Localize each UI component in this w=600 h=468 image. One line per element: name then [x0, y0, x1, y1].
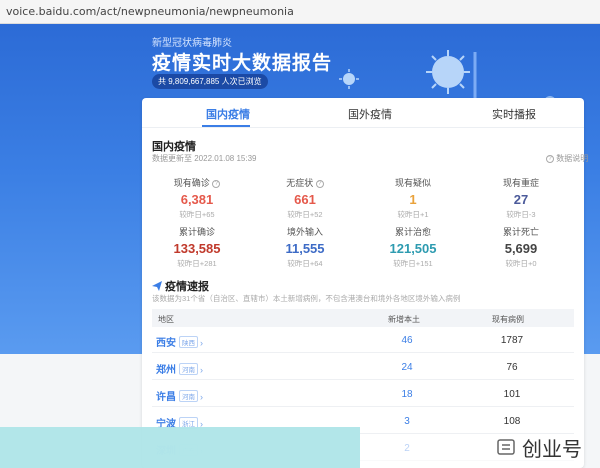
stat-item: 累计确诊 133,585 较昨日+281	[152, 225, 242, 269]
province-badge: 河南	[179, 363, 198, 375]
paper-plane-icon	[152, 281, 162, 291]
stat-value: 121,505	[389, 241, 437, 256]
stat-label: 累计死亡	[502, 227, 539, 237]
cyan-overlay-band	[0, 427, 360, 468]
browser-url-bar[interactable]: voice.baidu.com/act/newpneumonia/newpneu…	[0, 0, 600, 24]
new-local-cell: 18	[401, 389, 413, 400]
current-cases-cell: 108	[503, 416, 521, 427]
column-header-region: 地区	[158, 315, 174, 324]
info-icon[interactable]: ?	[315, 180, 324, 188]
current-cases-cell: 76	[506, 362, 518, 373]
stat-label: 现有确诊 ?	[152, 176, 242, 189]
column-header-new-local: 新增本土	[388, 315, 420, 324]
help-icon: ?	[546, 155, 554, 163]
table-header: 地区 新增本土 现有病例	[152, 309, 574, 327]
new-local-cell: 3	[404, 416, 410, 427]
virus-icon	[339, 69, 359, 89]
region-cell[interactable]: 许昌 河南 ›	[156, 388, 203, 403]
tab-bar: 国内疫情 国外疫情 实时播报	[142, 98, 584, 128]
new-local-cell: 46	[401, 335, 413, 346]
stat-value: 1	[409, 192, 417, 207]
url-text[interactable]: voice.baidu.com/act/newpneumonia/newpneu…	[6, 5, 294, 18]
tab-domestic[interactable]: 国内疫情	[206, 106, 250, 122]
column-header-current-cases: 现有病例	[492, 315, 524, 324]
stat-item: 累计死亡 5,699 较昨日+0	[476, 225, 566, 269]
info-icon[interactable]: ?	[212, 180, 221, 188]
region-cell[interactable]: 郑州 河南 ›	[156, 361, 203, 376]
data-note-link[interactable]: ? 数据说明	[546, 153, 588, 164]
table-row[interactable]: 郑州 河南 › 24 76	[152, 354, 574, 380]
stat-item: 现有确诊 ? 6,381 较昨日+65	[152, 176, 242, 220]
stat-item: 现有疑似 1 较昨日+1	[368, 176, 458, 220]
table-row[interactable]: 西安 陕西 › 46 1787	[152, 327, 574, 353]
current-cases-cell: 1787	[500, 335, 524, 346]
stat-value: 27	[513, 192, 529, 207]
new-local-cell: 2	[404, 443, 410, 454]
table-row[interactable]: 许昌 河南 › 18 101	[152, 381, 574, 407]
province-badge: 河南	[179, 390, 198, 402]
province-badge: 陕西	[179, 336, 198, 348]
stat-item: 无症状 ? 661 较昨日+52	[260, 176, 350, 220]
new-local-cell: 24	[401, 362, 413, 373]
stat-value: 11,555	[285, 241, 325, 256]
stat-delta: 较昨日+281	[177, 259, 217, 268]
section-title-domestic: 国内疫情	[152, 141, 196, 153]
stat-item: 境外输入 11,555 较昨日+64	[260, 225, 350, 269]
stat-delta: 较昨日+65	[179, 210, 215, 219]
stat-label: 无症状 ?	[260, 176, 350, 189]
stat-value: 133,585	[173, 241, 221, 256]
chevron-right-icon: ›	[200, 365, 203, 375]
stat-item: 现有重症 27 较昨日-3	[476, 176, 566, 220]
current-cases-cell: 101	[503, 389, 521, 400]
watermark: 创业号	[496, 431, 582, 463]
watermark-text: 创业号	[522, 436, 582, 461]
view-count-badge: 共 9,809,667,885 人次已浏览	[152, 74, 268, 89]
stat-value: 6,381	[180, 192, 214, 207]
stat-label: 累计治愈	[394, 227, 431, 237]
news-description: 该数据为31个省（自治区、直辖市）本土新增病例，不包含港澳台和境外各地区境外输入…	[152, 294, 461, 303]
stat-delta: 较昨日+64	[287, 259, 323, 268]
stat-label: 境外输入	[286, 227, 323, 237]
stat-delta: 较昨日+0	[505, 259, 537, 268]
stat-label: 累计确诊	[178, 227, 215, 237]
active-tab-indicator	[202, 125, 250, 127]
stat-value: 5,699	[504, 241, 538, 256]
stat-item: 累计治愈 121,505 较昨日+151	[368, 225, 458, 269]
chevron-right-icon: ›	[200, 338, 203, 348]
chevron-right-icon: ›	[200, 392, 203, 402]
stat-delta: 较昨日+151	[393, 259, 433, 268]
toutiao-logo-icon	[497, 439, 515, 455]
news-section-title: 疫情速报	[152, 278, 209, 294]
stat-delta: 较昨日+52	[287, 210, 323, 219]
stat-label: 现有重症	[502, 178, 539, 188]
update-time: 数据更新至 2022.01.08 15:39	[152, 154, 257, 163]
stat-value: 661	[294, 192, 316, 207]
tab-international[interactable]: 国外疫情	[348, 106, 392, 122]
tab-live-news[interactable]: 实时播报	[492, 106, 536, 122]
region-cell[interactable]: 西安 陕西 ›	[156, 334, 203, 349]
page-title: 疫情实时大数据报告	[152, 53, 333, 74]
stat-delta: 较昨日+1	[397, 210, 429, 219]
stat-delta: 较昨日-3	[506, 210, 536, 219]
report-card: 国内疫情 国外疫情 实时播报 国内疫情 数据更新至 2022.01.08 15:…	[142, 98, 588, 468]
banner-subtitle: 新型冠状病毒肺炎	[152, 38, 232, 49]
stat-label: 现有疑似	[394, 178, 431, 188]
